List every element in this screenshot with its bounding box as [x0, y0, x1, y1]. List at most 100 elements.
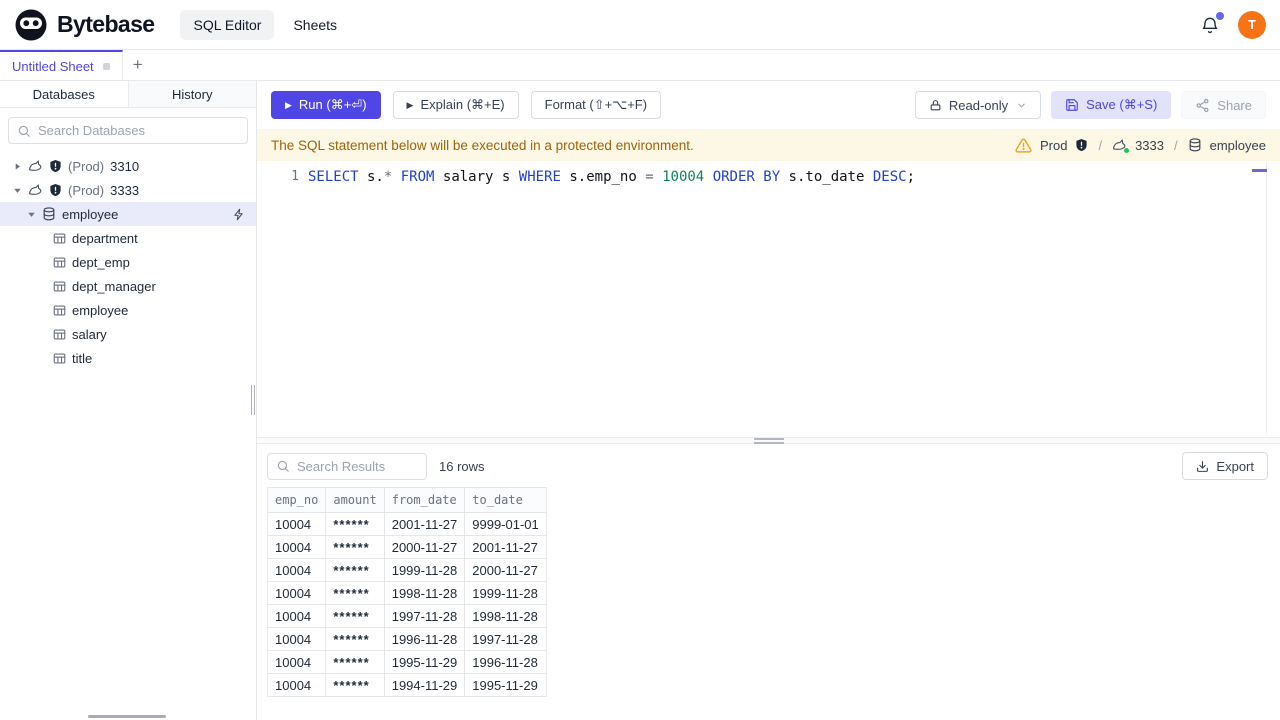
database-search-wrap: [0, 108, 256, 149]
environment-shield-icon: [49, 159, 62, 173]
search-icon: [17, 124, 31, 138]
results-panel: 16 rows Export emp_noamountfrom_dateto_: [257, 444, 1280, 720]
export-button[interactable]: Export: [1182, 452, 1268, 480]
sql-editor[interactable]: 1 SELECT s.* FROM salary s WHERE s.emp_n…: [257, 161, 1280, 437]
nav-sheets[interactable]: Sheets: [280, 10, 350, 40]
table-row[interactable]: 10004 ****** 1996-11-28 1997-11-28: [266, 627, 547, 651]
column-header-emp_no[interactable]: emp_no: [266, 487, 327, 513]
table-name: dept_emp: [72, 254, 130, 270]
protected-environment-banner: The SQL statement below will be executed…: [257, 129, 1280, 161]
column-header-amount[interactable]: amount: [325, 487, 385, 513]
table-row[interactable]: 10004 ****** 1999-11-28 2000-11-27: [266, 558, 547, 582]
sql-token: salary s: [434, 168, 519, 185]
sql-token: s.emp_no: [560, 168, 646, 185]
table-name: department: [72, 230, 138, 246]
mysql-instance-icon: [28, 183, 43, 198]
table-cell: 2001-11-27: [464, 535, 547, 559]
tree-item-table-dept_manager[interactable]: dept_manager: [0, 274, 256, 298]
environment-label[interactable]: Prod: [1040, 138, 1067, 153]
tree-item-table-employee[interactable]: employee: [0, 298, 256, 322]
sidebar-resize-handle[interactable]: [251, 385, 255, 415]
environment-shield-icon: [49, 183, 62, 197]
new-sheet-button[interactable]: +: [123, 50, 153, 80]
row-count: 16 rows: [439, 458, 485, 474]
results-resize-splitter[interactable]: [257, 437, 1280, 444]
banner-message: The SQL statement below will be executed…: [271, 137, 694, 153]
table-cell: 1999-11-28: [383, 558, 466, 582]
nav-sql-editor[interactable]: SQL Editor: [180, 9, 275, 40]
breadcrumb-separator: /: [1098, 137, 1103, 153]
unsaved-indicator: [102, 62, 110, 70]
environment-label: (Prod): [68, 182, 105, 198]
breadcrumb-separator: /: [1174, 137, 1178, 153]
bytebase-logo-icon: [14, 8, 48, 42]
chevron-down-icon[interactable]: [26, 210, 36, 219]
table-cell: 1995-11-29: [464, 673, 547, 697]
editor-scrollbar[interactable]: [1266, 163, 1267, 433]
table-icon: [53, 328, 66, 341]
search-databases-input[interactable]: [38, 123, 239, 138]
results-search[interactable]: [267, 452, 427, 480]
tab-databases[interactable]: Databases: [0, 81, 129, 107]
table-icon: [53, 280, 66, 293]
table-row[interactable]: 10004 ****** 1994-11-29 1995-11-29: [266, 673, 547, 697]
sql-token: s.to_date: [780, 168, 873, 185]
run-button[interactable]: ▶ Run (⌘+⏎): [271, 91, 381, 119]
tab-history[interactable]: History: [129, 81, 257, 107]
connect-bolt-icon[interactable]: [232, 208, 245, 221]
explain-button[interactable]: ▶ Explain (⌘+E): [392, 91, 519, 119]
database-search[interactable]: [8, 117, 248, 144]
database-label[interactable]: employee: [1210, 138, 1266, 153]
share-button[interactable]: Share: [1181, 91, 1266, 119]
mysql-instance-icon: [28, 159, 43, 174]
search-results-input[interactable]: [297, 458, 418, 474]
table-row[interactable]: 10004 ****** 1998-11-28 1999-11-28: [266, 581, 547, 605]
chevron-right-icon[interactable]: [12, 162, 22, 171]
format-label: Format (⇧+⌥+F): [544, 97, 648, 112]
top-right: T: [1200, 10, 1266, 39]
save-label: Save (⌘+S): [1086, 97, 1158, 112]
brand[interactable]: Bytebase: [14, 8, 155, 42]
tree-item-table-salary[interactable]: salary: [0, 322, 256, 346]
sheet-tabbar: Untitled Sheet +: [0, 50, 1280, 81]
table-name: title: [72, 350, 93, 366]
sql-token: ;: [906, 168, 915, 185]
table-icon: [53, 352, 66, 365]
top-header: Bytebase SQL Editor Sheets T: [0, 0, 1280, 50]
play-icon: ▶: [406, 99, 414, 110]
tree-item-instance-3310[interactable]: (Prod) 3310: [0, 154, 256, 178]
table-cell: 1997-11-28: [383, 604, 466, 628]
chevron-down-icon: [1016, 100, 1027, 111]
table-row[interactable]: 10004 ****** 1995-11-29 1996-11-28: [266, 650, 547, 674]
table-row[interactable]: 10004 ****** 1997-11-28 1998-11-28: [266, 604, 547, 628]
save-button[interactable]: Save (⌘+S): [1051, 91, 1172, 119]
database-name: employee: [62, 206, 119, 222]
notification-bell-icon[interactable]: [1200, 11, 1224, 35]
user-avatar[interactable]: T: [1238, 10, 1266, 39]
chevron-down-icon[interactable]: [12, 186, 22, 195]
column-header-from_date[interactable]: from_date: [383, 487, 466, 513]
share-label: Share: [1217, 97, 1252, 113]
table-header-row: emp_no amount from_date to_date: [266, 487, 547, 513]
editor-toolbar: ▶ Run (⌘+⏎) ▶ Explain (⌘+E) Format (⇧+⌥+…: [257, 81, 1280, 129]
readonly-mode-button[interactable]: Read-only: [914, 91, 1042, 119]
column-header-to_date[interactable]: to_date: [464, 487, 547, 513]
table-row[interactable]: 10004 ****** 2001-11-27 9999-01-01: [266, 512, 547, 536]
tree-item-instance-3333[interactable]: (Prod) 3333: [0, 178, 256, 202]
table-cell: 10004: [266, 581, 327, 605]
results-table-wrap: emp_no amount from_date to_date 10004 ****** 2…: [257, 482, 1280, 720]
tree-item-database-employee[interactable]: employee: [0, 202, 256, 226]
notification-badge: [1216, 11, 1224, 20]
tree-item-table-title[interactable]: title: [0, 346, 256, 370]
table-row[interactable]: 10004 ****** 2000-11-27 2001-11-27: [266, 535, 547, 559]
instance-label[interactable]: 3333: [1135, 138, 1164, 153]
table-cell: ******: [325, 558, 385, 582]
tab-untitled-sheet[interactable]: Untitled Sheet: [0, 50, 123, 80]
tree-item-table-dept_emp[interactable]: dept_emp: [0, 250, 256, 274]
tree-item-table-department[interactable]: department: [0, 226, 256, 250]
sql-token: s.: [358, 168, 384, 185]
play-icon: ▶: [285, 99, 292, 110]
sidebar-horizontal-scrollbar[interactable]: [88, 715, 166, 718]
format-button[interactable]: Format (⇧+⌥+F): [530, 91, 662, 119]
